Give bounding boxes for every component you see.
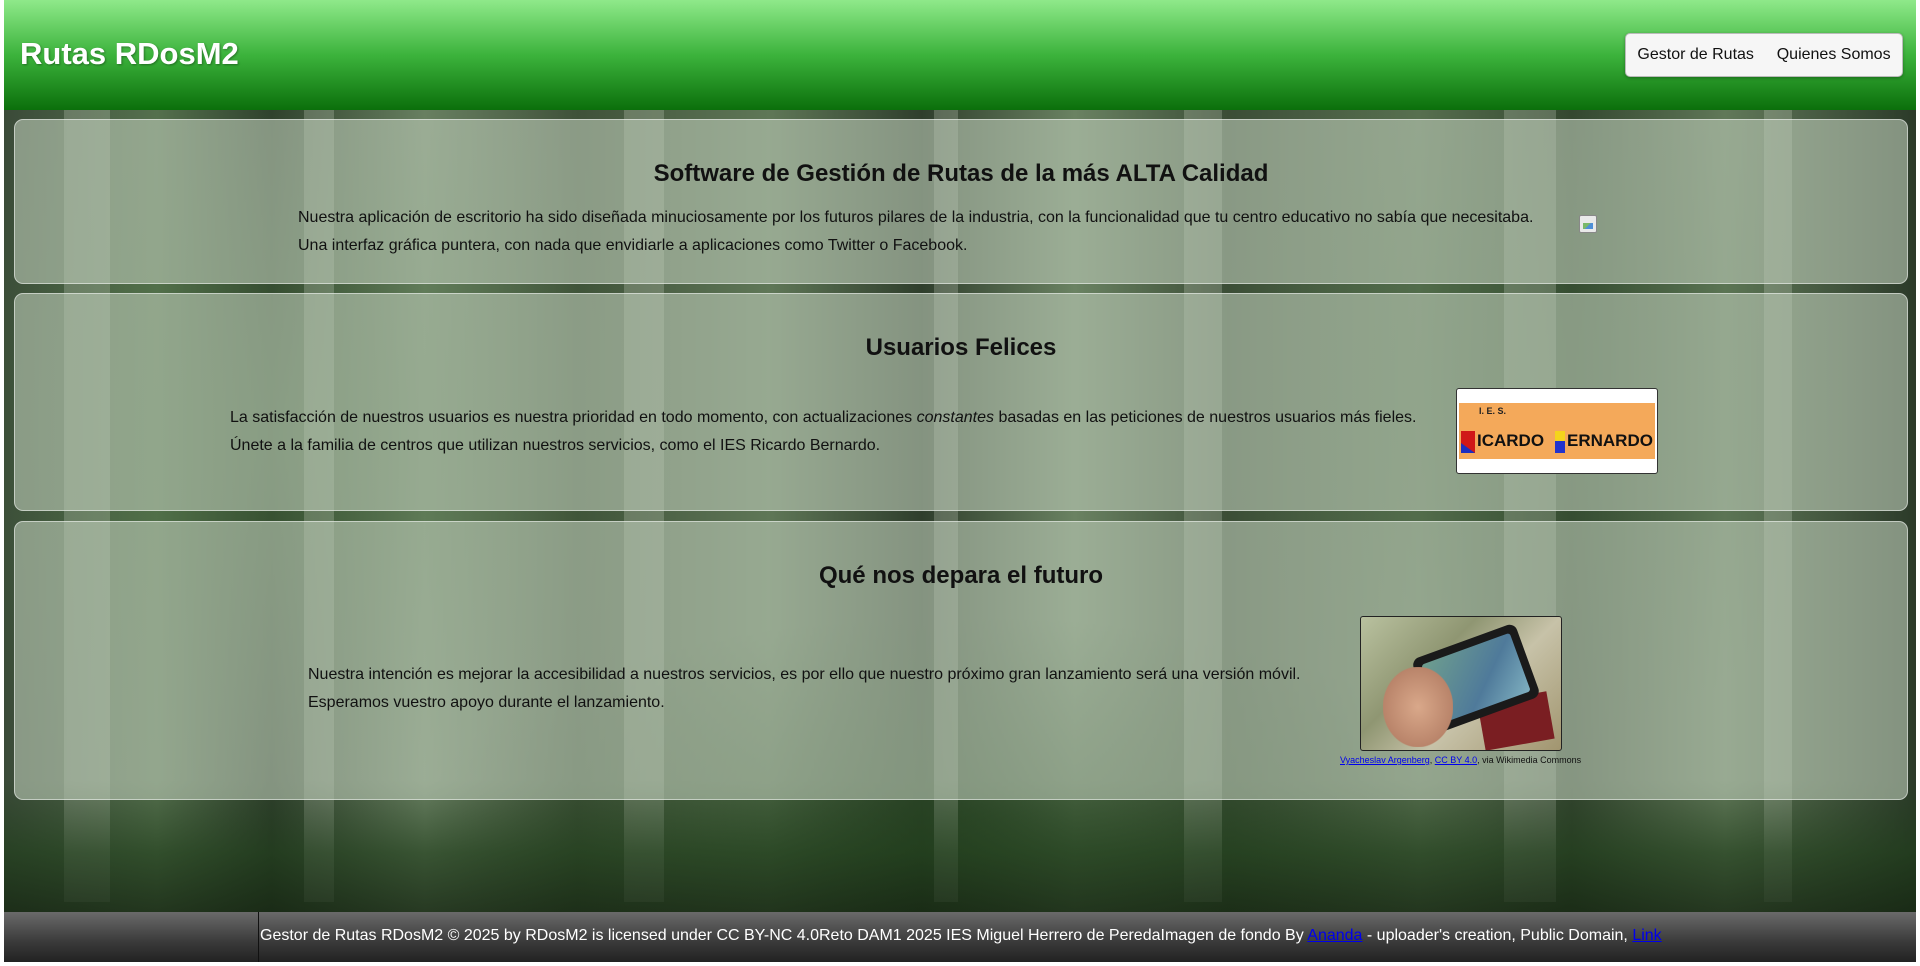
caption-license-link[interactable]: CC BY 4.0 [1435,755,1477,765]
caption-author-link[interactable]: Vyacheslav Argenberg [1340,755,1430,765]
section-title: Software de Gestión de Rutas de la más A… [653,160,1269,187]
section-usuarios-felices: Usuarios Felices La satisfacción de nues… [14,293,1908,511]
main-nav: Gestor de Rutas Quienes Somos [1625,33,1903,77]
site-footer: Gestor de Rutas RDosM2 © 2025 by RDosM2 … [4,912,1916,962]
section-software: Software de Gestión de Rutas de la más A… [14,119,1908,284]
mobile-app-photo [1360,616,1562,751]
logo-word-1: ICARDO [1477,431,1545,450]
nav-quienes-somos[interactable]: Quienes Somos [1777,46,1891,64]
section-text-line2: Esperamos vuestro apoyo durante el lanza… [308,694,665,711]
section-title: Qué nos depara el futuro [818,562,1104,589]
footer-divider [258,912,259,962]
logo-small-text: I. E. S. [1479,406,1507,416]
photo-caption: Vyacheslav Argenberg, CC BY 4.0, via Wik… [1340,755,1582,765]
section-text-line2: Una interfaz gráfica puntera, con nada q… [298,237,968,254]
footer-source-link[interactable]: Link [1632,927,1661,944]
background-forest: Rutas RDosM2 Gestor de Rutas Quienes Som… [4,0,1916,962]
site-header: Rutas RDosM2 Gestor de Rutas Quienes Som… [4,0,1916,110]
ies-ricardo-bernardo-logo: I. E. S. ICARDO ERNARDO [1456,388,1658,474]
broken-image-icon [1579,215,1597,233]
logo-word-2: ERNARDO [1567,431,1653,450]
section-futuro: Qué nos depara el futuro Nuestra intenci… [14,521,1908,800]
site-brand[interactable]: Rutas RDosM2 [20,36,239,72]
section-text-line1: La satisfacción de nuestros usuarios es … [230,409,1417,426]
section-text-line2: Únete a la familia de centros que utiliz… [230,437,881,454]
section-text-line1: Nuestra aplicación de escritorio ha sido… [298,209,1534,226]
footer-text: Gestor de Rutas RDosM2 © 2025 by RDosM2 … [260,927,1662,944]
nav-gestor-de-rutas[interactable]: Gestor de Rutas [1637,46,1754,64]
footer-author-link[interactable]: Ananda [1307,927,1362,944]
section-title: Usuarios Felices [865,334,1057,361]
section-text-line1: Nuestra intención es mejorar la accesibi… [308,666,1301,683]
